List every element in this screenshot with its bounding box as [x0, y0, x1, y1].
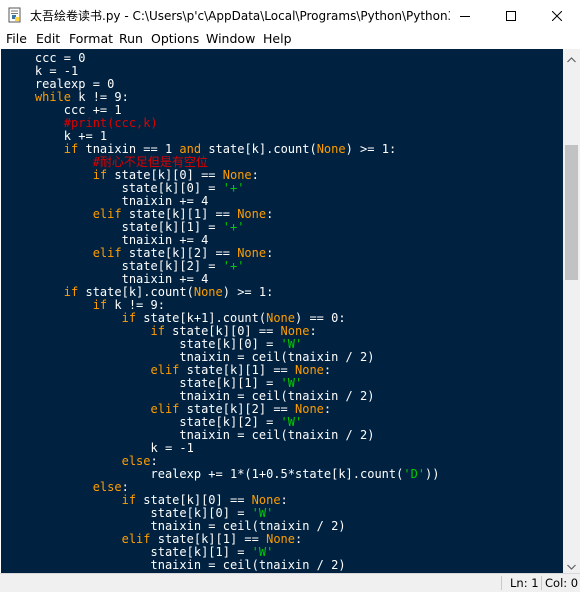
chevron-down-icon: [567, 555, 576, 574]
menu-options[interactable]: Options: [151, 31, 199, 46]
menu-run[interactable]: Run: [119, 31, 143, 46]
code-editor[interactable]: ccc = 0 k = -1 realexp = 0 while k != 9:…: [1, 49, 563, 573]
close-button[interactable]: [534, 0, 580, 30]
menu-edit[interactable]: Edit: [36, 31, 60, 46]
scroll-thumb[interactable]: [565, 145, 578, 280]
status-divider: [501, 576, 502, 590]
minimize-icon: [460, 6, 470, 25]
scroll-down-button[interactable]: [563, 556, 580, 573]
chevron-up-icon: [567, 48, 576, 67]
status-divider: [541, 576, 542, 590]
title-bar: 太吾绘卷读书.py - C:\Users\p'c\AppData\Local\P…: [0, 0, 580, 30]
vertical-scrollbar[interactable]: [563, 49, 580, 573]
menu-bar: File Edit Format Run Options Window Help: [0, 30, 580, 49]
window-title: 太吾绘卷读书.py - C:\Users\p'c\AppData\Local\P…: [30, 7, 450, 24]
code-line[interactable]: tnaixin = ceil(tnaixin / 2): [6, 559, 440, 572]
scroll-up-button[interactable]: [563, 49, 580, 66]
close-icon: [552, 6, 562, 25]
menu-file[interactable]: File: [6, 31, 27, 46]
python-file-icon[interactable]: [7, 7, 23, 23]
menu-format[interactable]: Format: [69, 31, 113, 46]
status-col: Col: 0: [545, 576, 578, 590]
status-bar: Ln: 1 Col: 0: [0, 573, 580, 592]
menu-window[interactable]: Window: [206, 31, 255, 46]
menu-help[interactable]: Help: [263, 31, 292, 46]
status-line: Ln: 1: [510, 576, 539, 590]
maximize-button[interactable]: [488, 0, 534, 30]
code-text[interactable]: ccc = 0 k = -1 realexp = 0 while k != 9:…: [6, 52, 440, 572]
minimize-button[interactable]: [442, 0, 488, 30]
maximize-icon: [506, 6, 516, 25]
